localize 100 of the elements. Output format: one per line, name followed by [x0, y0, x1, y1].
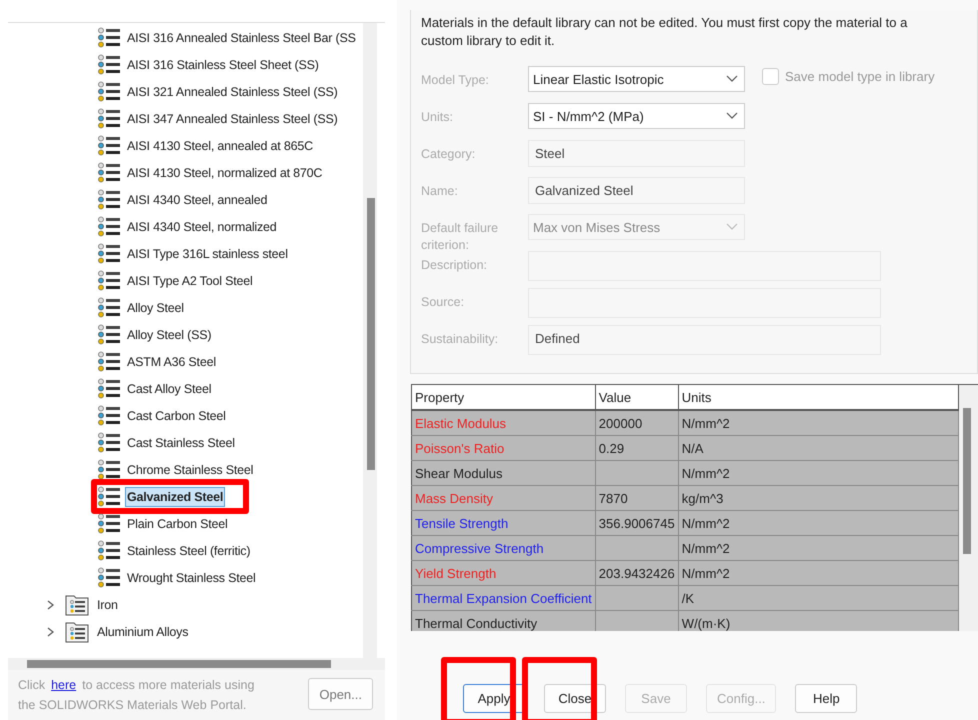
- tree-item[interactable]: AISI 316 Annealed Stainless Steel Bar (SS: [125, 28, 358, 48]
- table-cell: Tensile Strength: [412, 510, 596, 536]
- table-cell: kg/m^3: [678, 486, 958, 510]
- table-cell: Thermal Conductivity: [412, 610, 596, 631]
- chevron-down-icon: [726, 112, 738, 120]
- scrollbar[interactable]: [363, 23, 377, 661]
- checkbox-label: Save model type in library: [785, 69, 935, 84]
- dropdown[interactable]: SI - N/mm^2 (MPa): [528, 103, 745, 129]
- scrollbar[interactable]: [8, 658, 385, 670]
- material-icon: [97, 351, 121, 372]
- table-cell: Poisson's Ratio: [412, 436, 596, 460]
- tree-item[interactable]: AISI 347 Annealed Stainless Steel (SS): [125, 108, 340, 128]
- table-cell: N/A: [678, 436, 958, 460]
- table-cell: N/mm^2: [678, 560, 958, 586]
- field-label: Description:: [421, 257, 488, 274]
- field-label: Default failure criterion:: [421, 220, 500, 254]
- material-icon: [97, 459, 121, 480]
- table-cell: Thermal Expansion Coefficient: [412, 586, 596, 610]
- table-cell: Compressive Strength: [412, 536, 596, 560]
- notice-text: Materials in the default library can not be edited. You must first copy the material to a custom library to edit it.: [421, 14, 908, 50]
- note-text: Click: [18, 678, 46, 692]
- chevron-down-icon: [726, 75, 738, 83]
- dialog-button[interactable]: Close: [544, 684, 606, 713]
- table-cell: 7870: [595, 486, 678, 510]
- tree-item[interactable]: AISI Type 316L stainless steel: [125, 244, 290, 264]
- field-label: Model Type:: [421, 72, 490, 89]
- material-icon: [97, 324, 121, 345]
- material-icon: [97, 405, 121, 426]
- table-cell: Yield Strength: [412, 560, 596, 586]
- material-icon: [97, 486, 121, 507]
- tree-item[interactable]: Cast Carbon Steel: [125, 406, 228, 426]
- table-cell: 0.29: [595, 436, 678, 460]
- material-icon: [97, 540, 121, 561]
- material-icon: [97, 243, 121, 264]
- tree-item[interactable]: AISI 4340 Steel, normalized: [125, 216, 279, 236]
- column-header[interactable]: Units: [678, 385, 958, 410]
- material-icon: [97, 297, 121, 318]
- table-cell: Elastic Modulus: [412, 410, 596, 436]
- tree-item[interactable]: Chrome Stainless Steel: [125, 460, 256, 480]
- field-label: Units:: [421, 109, 454, 126]
- input-field[interactable]: Galvanized Steel: [528, 177, 745, 204]
- table-cell: Mass Density: [412, 486, 596, 510]
- material-icon: [97, 189, 121, 210]
- column-header[interactable]: Value: [595, 385, 678, 410]
- table-cell: W/(m·K): [678, 610, 958, 631]
- here-link[interactable]: here: [51, 678, 76, 692]
- material-icon: [97, 378, 121, 399]
- field-label: Category:: [421, 146, 476, 163]
- field-label: Source:: [421, 294, 466, 311]
- dropdown[interactable]: Linear Elastic Isotropic: [528, 66, 745, 92]
- table-cell: 203.9432426: [595, 560, 678, 586]
- tree-item[interactable]: AISI 4340 Steel, annealed: [125, 190, 270, 210]
- chevron-down-icon: [726, 223, 738, 231]
- table-cell: N/mm^2: [678, 536, 958, 560]
- table-cell: /K: [678, 586, 958, 610]
- tree-item[interactable]: Alloy Steel: [125, 298, 186, 318]
- folder-icon: [65, 592, 89, 616]
- material-icon: [97, 567, 121, 588]
- material-icon: [97, 513, 121, 534]
- note-text: to access more materials using: [82, 678, 254, 692]
- tree-item[interactable]: AISI Type A2 Tool Steel: [125, 270, 255, 290]
- tree-item[interactable]: AISI 4130 Steel, annealed at 865C: [125, 136, 315, 156]
- field-label: Name:: [421, 183, 459, 200]
- field-label: Sustainability:: [421, 331, 500, 348]
- expand-icon[interactable]: [45, 626, 55, 638]
- note-text: the SOLIDWORKS Materials Web Portal.: [18, 698, 248, 712]
- material-icon: [97, 54, 121, 75]
- material-icon: [97, 270, 121, 291]
- tree-item[interactable]: AISI 4130 Steel, normalized at 870C: [125, 162, 324, 182]
- tree-item[interactable]: Iron: [95, 594, 120, 614]
- tree-item[interactable]: Cast Alloy Steel: [125, 378, 214, 398]
- tree-item[interactable]: Stainless Steel (ferritic): [125, 540, 252, 560]
- tree-item[interactable]: Wrought Stainless Steel: [125, 568, 258, 588]
- material-icon: [97, 216, 121, 237]
- tree-item[interactable]: AISI 321 Annealed Stainless Steel (SS): [125, 82, 340, 102]
- table-cell: N/mm^2: [678, 460, 958, 486]
- open-button[interactable]: Open...: [308, 678, 373, 710]
- material-icon: [97, 432, 121, 453]
- tree-item[interactable]: Galvanized Steel: [125, 486, 226, 506]
- column-header[interactable]: Property: [412, 385, 596, 410]
- folder-icon: [65, 620, 89, 644]
- input-field[interactable]: Steel: [528, 140, 745, 167]
- table-cell: 356.9006745: [595, 510, 678, 536]
- checkbox[interactable]: [762, 68, 779, 85]
- table-cell: N/mm^2: [678, 510, 958, 536]
- material-icon: [97, 81, 121, 102]
- dialog-button[interactable]: Help: [795, 684, 858, 713]
- material-icon: [97, 27, 121, 48]
- input-field[interactable]: Defined: [528, 325, 881, 355]
- tree-item[interactable]: AISI 316 Stainless Steel Sheet (SS): [125, 54, 321, 74]
- table-cell: 200000: [595, 410, 678, 436]
- tree-item[interactable]: Cast Stainless Steel: [125, 432, 237, 452]
- material-icon: [97, 135, 121, 156]
- tree-item[interactable]: Alloy Steel (SS): [125, 324, 214, 344]
- tree-item[interactable]: ASTM A36 Steel: [125, 352, 218, 372]
- tree-item[interactable]: Plain Carbon Steel: [125, 514, 230, 534]
- expand-icon[interactable]: [45, 598, 55, 610]
- material-icon: [97, 162, 121, 183]
- material-icon: [97, 108, 121, 129]
- tree-item[interactable]: Aluminium Alloys: [95, 622, 190, 642]
